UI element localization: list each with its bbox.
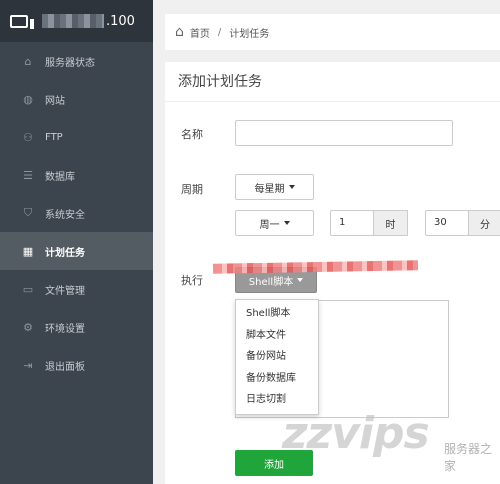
dropdown-option[interactable]: Shell脚本 — [236, 303, 318, 325]
dropdown-option[interactable]: 日志切割 — [236, 389, 318, 411]
hour-input[interactable]: 1 — [330, 210, 374, 236]
chevron-down-icon — [283, 221, 290, 225]
sidebar-item-cron[interactable]: ▦ 计划任务 — [0, 232, 153, 270]
period-select[interactable]: 每星期 — [235, 174, 314, 200]
sidebar-item-label: 服务器状态 — [45, 57, 95, 69]
gear-icon: ⚙ — [23, 320, 33, 334]
sidebar-item-label: 环境设置 — [45, 323, 85, 335]
folder-icon: ▭ — [22, 282, 34, 296]
weekday-select[interactable]: 周一 — [235, 210, 314, 236]
breadcrumb-current: 计划任务 — [229, 28, 270, 40]
exec-label: 执行 — [181, 274, 203, 287]
ftp-icon: ⚇ — [23, 130, 33, 144]
sidebar-item-security[interactable]: ⛉ 系统安全 — [0, 194, 153, 232]
calendar-icon: ▦ — [22, 244, 34, 258]
dropdown-option[interactable]: 备份数据库 — [236, 368, 318, 390]
logout-icon: ⇥ — [23, 358, 33, 372]
sidebar: .100 ⌂ 服务器状态 ◍ 网站 ⚇ FTP ☰ 数据库 ⛉ 系统安全 ▦ 计… — [0, 0, 153, 484]
sidebar-item-label: 退出面板 — [45, 361, 85, 373]
chevron-down-icon — [297, 278, 304, 282]
hour-unit: 时 — [373, 210, 408, 236]
breadcrumb-home[interactable]: 首页 — [190, 25, 210, 40]
server-ip: .100 — [106, 13, 135, 29]
sidebar-item-label: 文件管理 — [45, 285, 85, 297]
sidebar-item-settings[interactable]: ⚙ 环境设置 — [0, 308, 153, 346]
home-icon: ⌂ — [24, 54, 32, 68]
sidebar-item-files[interactable]: ▭ 文件管理 — [0, 270, 153, 308]
sidebar-item-label: 网站 — [45, 95, 65, 107]
sidebar-item-label: FTP — [45, 131, 63, 143]
globe-icon: ◍ — [23, 92, 33, 106]
watermark-logo: zzvips — [282, 408, 430, 459]
watermark-subtext: 服务器之家 — [444, 442, 493, 473]
name-label: 名称 — [181, 128, 203, 141]
sidebar-item-label: 系统安全 — [45, 209, 85, 221]
ip-redaction — [42, 14, 104, 28]
weekday-select-value: 周一 — [259, 219, 280, 231]
sidebar-item-server-status[interactable]: ⌂ 服务器状态 — [0, 42, 153, 80]
sidebar-item-label: 计划任务 — [45, 247, 85, 259]
redaction-strip — [212, 260, 419, 274]
sidebar-item-logout[interactable]: ⇥ 退出面板 — [0, 346, 153, 384]
panel-title: 添加计划任务 — [165, 62, 500, 102]
period-label: 周期 — [181, 183, 203, 196]
minute-input[interactable]: 30 — [425, 210, 469, 236]
dropdown-option[interactable]: 备份网站 — [236, 346, 318, 368]
period-select-value: 每星期 — [254, 183, 285, 195]
sidebar-item-website[interactable]: ◍ 网站 — [0, 80, 153, 118]
dropdown-option[interactable]: 脚本文件 — [236, 325, 318, 347]
sidebar-item-label: 数据库 — [45, 171, 75, 183]
name-input[interactable] — [235, 120, 453, 146]
server-icon — [10, 14, 34, 29]
breadcrumb-separator: / — [217, 26, 222, 38]
shield-icon: ⛉ — [23, 206, 33, 219]
exec-type-dropdown: Shell脚本 脚本文件 备份网站 备份数据库 日志切割 — [235, 299, 319, 415]
database-icon: ☰ — [23, 168, 33, 182]
sidebar-item-ftp[interactable]: ⚇ FTP — [0, 118, 153, 156]
minute-unit: 分 — [468, 210, 500, 236]
exec-type-value: Shell脚本 — [248, 276, 294, 288]
server-header: .100 — [0, 0, 153, 42]
sidebar-item-database[interactable]: ☰ 数据库 — [0, 156, 153, 194]
breadcrumb: ⌂ 首页 / 计划任务 — [165, 14, 500, 50]
chevron-down-icon — [288, 185, 295, 189]
home-icon: ⌂ — [175, 24, 184, 40]
